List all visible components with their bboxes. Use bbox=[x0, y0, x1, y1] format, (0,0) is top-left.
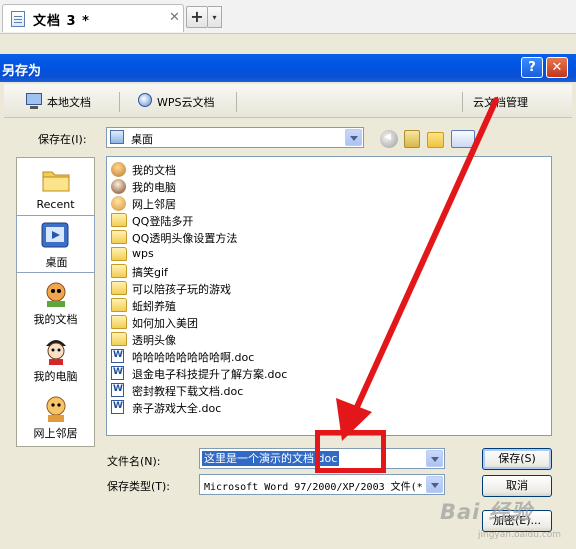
tab-separator bbox=[236, 92, 237, 112]
filetype-value: Microsoft Word 97/2000/XP/2003 文件(* bbox=[204, 482, 423, 493]
tab-close-icon[interactable]: ✕ bbox=[169, 10, 180, 25]
new-tab-dropdown-icon[interactable]: ▾ bbox=[208, 6, 222, 28]
file-name: 我的电脑 bbox=[132, 181, 176, 194]
folder-icon bbox=[111, 213, 127, 227]
computer-icon bbox=[26, 93, 42, 109]
word-document-icon bbox=[111, 349, 124, 363]
annotation-box bbox=[315, 430, 386, 473]
folder-icon bbox=[111, 247, 127, 261]
file-name: 如何加入美团 bbox=[132, 317, 198, 330]
file-name: 网上邻居 bbox=[132, 198, 176, 211]
tab-separator bbox=[462, 92, 463, 112]
folder-icon bbox=[111, 281, 127, 295]
folder-icon bbox=[111, 315, 127, 329]
dialog-titlebar[interactable]: 另存为 bbox=[0, 54, 576, 82]
file-name: QQ透明头像设置方法 bbox=[132, 232, 238, 245]
place-label: Recent bbox=[36, 198, 75, 211]
chevron-down-icon[interactable] bbox=[345, 129, 362, 146]
desktop-small-icon bbox=[110, 130, 124, 144]
place-recent[interactable]: Recent bbox=[16, 160, 95, 214]
file-name: wps bbox=[132, 247, 154, 260]
document-icon bbox=[11, 11, 25, 27]
network-places-icon bbox=[46, 396, 66, 422]
filetype-label: 保存类型(T): bbox=[107, 480, 171, 493]
place-network[interactable]: 网上邻居 bbox=[16, 393, 95, 445]
my-computer-icon bbox=[111, 179, 126, 194]
cancel-button[interactable]: 取消 bbox=[482, 475, 552, 497]
save-in-select[interactable]: 桌面 bbox=[106, 127, 364, 148]
document-tab-title: 文档 3 * bbox=[33, 14, 90, 29]
new-tab-button[interactable]: + bbox=[186, 6, 208, 28]
close-button[interactable]: ✕ bbox=[546, 57, 568, 78]
place-my-computer[interactable]: 我的电脑 bbox=[16, 336, 95, 388]
desktop-icon bbox=[41, 222, 69, 248]
file-name: 我的文档 bbox=[132, 164, 176, 177]
back-icon[interactable] bbox=[380, 130, 398, 148]
folder-icon bbox=[111, 298, 127, 312]
recent-folder-icon bbox=[42, 171, 70, 192]
word-document-icon bbox=[111, 383, 124, 397]
watermark-subtext: jingyan.baidu.com bbox=[478, 530, 562, 540]
tab-cloud-manage[interactable]: 云文档管理 bbox=[473, 94, 528, 110]
file-name: 蚯蚓养殖 bbox=[132, 300, 176, 313]
save-in-label: 保存在(I): bbox=[38, 133, 87, 146]
my-documents-icon bbox=[111, 162, 126, 177]
file-name: 密封教程下载文档.doc bbox=[132, 385, 244, 398]
view-menu-icon[interactable] bbox=[451, 130, 475, 148]
chevron-down-icon[interactable] bbox=[426, 450, 443, 467]
save-in-value: 桌面 bbox=[131, 133, 153, 146]
word-document-icon bbox=[111, 400, 124, 414]
file-name: 退金电子科技提升了解方案.doc bbox=[132, 368, 288, 381]
watermark-text: Bai 经验 bbox=[440, 500, 533, 524]
chevron-down-icon[interactable] bbox=[426, 476, 443, 493]
file-list[interactable]: 我的文档 我的电脑 网上邻居 QQ登陆多开 QQ透明头像设置方法 wps 搞笑g… bbox=[106, 156, 552, 436]
tab-separator bbox=[119, 92, 120, 112]
file-name: 哈哈哈哈哈哈哈哈啊.doc bbox=[132, 351, 255, 364]
place-my-documents[interactable]: 我的文档 bbox=[16, 279, 95, 331]
save-button[interactable]: 保存(S) bbox=[482, 448, 552, 470]
my-computer-icon bbox=[46, 340, 66, 365]
place-desktop[interactable]: 桌面 bbox=[16, 215, 95, 273]
file-name: 搞笑gif bbox=[132, 266, 168, 279]
word-document-icon bbox=[111, 366, 124, 380]
folder-icon bbox=[111, 264, 127, 278]
help-button[interactable]: ? bbox=[521, 57, 543, 78]
folder-icon bbox=[111, 332, 127, 346]
up-folder-icon[interactable] bbox=[404, 130, 420, 148]
wps-cloud-icon bbox=[138, 93, 152, 107]
file-name: 亲子游戏大全.doc bbox=[132, 402, 222, 415]
file-name: QQ登陆多开 bbox=[132, 215, 194, 228]
place-label: 我的电脑 bbox=[33, 370, 78, 383]
place-label: 网上邻居 bbox=[33, 427, 78, 440]
document-tab[interactable]: 文档 3 * ✕ bbox=[2, 4, 184, 32]
tab-local-documents[interactable]: 本地文档 bbox=[47, 94, 91, 110]
new-folder-icon[interactable] bbox=[427, 132, 444, 148]
file-name: 透明头像 bbox=[132, 334, 176, 347]
place-label: 我的文档 bbox=[33, 313, 78, 326]
file-name: 可以陪孩子玩的游戏 bbox=[132, 283, 231, 296]
dialog-title: 另存为 bbox=[2, 64, 42, 79]
filename-label: 文件名(N): bbox=[107, 455, 161, 468]
tab-wps-cloud[interactable]: WPS云文档 bbox=[157, 94, 215, 110]
place-label: 桌面 bbox=[45, 256, 68, 269]
my-documents-icon bbox=[46, 282, 66, 307]
network-places-icon bbox=[111, 196, 126, 211]
folder-icon bbox=[111, 230, 127, 244]
filetype-select[interactable]: Microsoft Word 97/2000/XP/2003 文件(* bbox=[199, 474, 445, 495]
